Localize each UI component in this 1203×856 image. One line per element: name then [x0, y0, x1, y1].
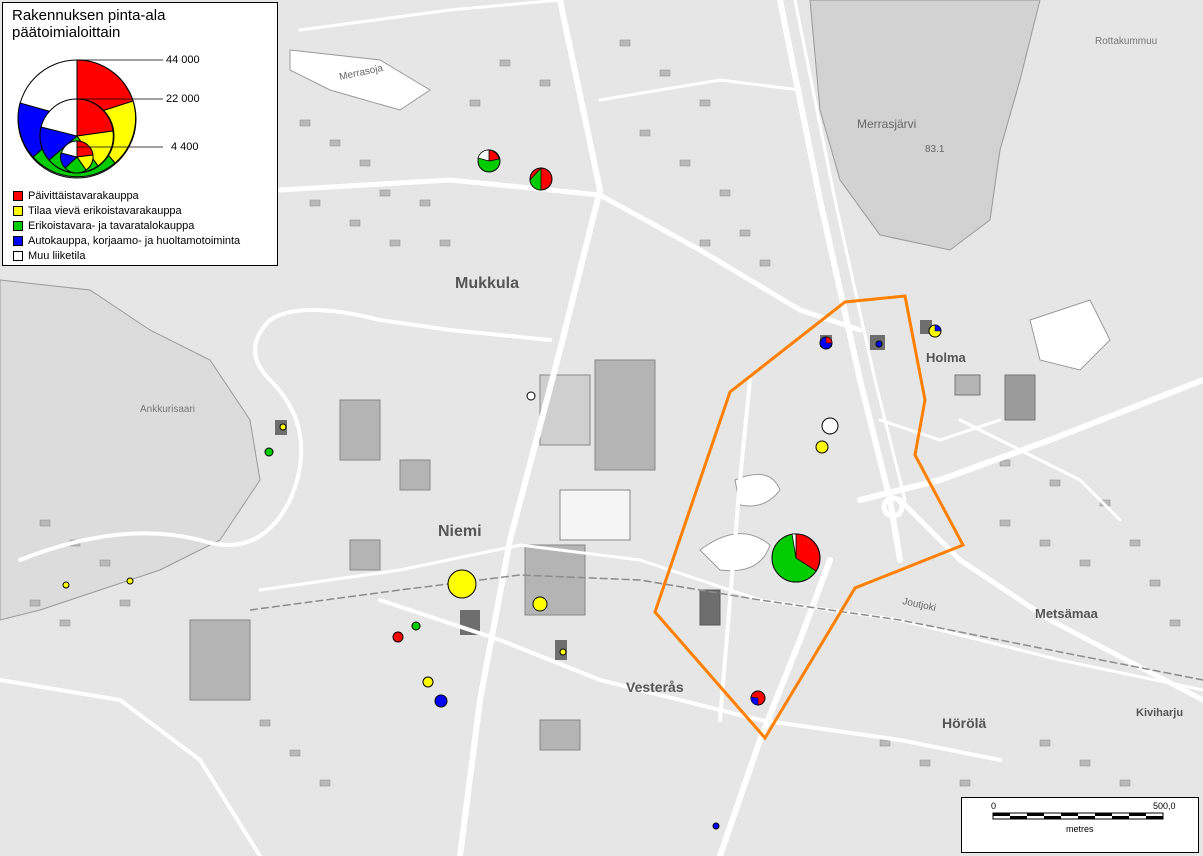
legend-scale-22000: 22 000 [166, 93, 200, 105]
legend-swatch-red [13, 190, 23, 201]
place-label-rottakummuu: Rottakummuu [1095, 36, 1157, 47]
pie-symbol-niemi-green [411, 621, 421, 631]
legend-swatch-blue [13, 235, 23, 246]
pie-symbol-mukkula-west [477, 149, 501, 173]
pie-symbol-shore-yellow-2 [126, 577, 134, 585]
scale-bar-end-label: 500,0 [1153, 801, 1176, 811]
pie-symbol-niemi-yellow-small [422, 676, 434, 688]
legend-swatch-white [13, 250, 23, 261]
pie-symbol-vesteras-south [750, 690, 766, 706]
legend-item-specialty-goods: Erikoistavara- ja tavaratalokauppa [13, 218, 240, 233]
legend-item-other: Muu liiketila [13, 248, 240, 263]
legend-item-label: Päivittäistavarakauppa [28, 189, 139, 202]
map-legend: Rakennuksen pinta-ala päätoimialoittain [2, 2, 278, 266]
legend-swatch-green [13, 220, 23, 231]
place-label-holma: Holma [926, 350, 967, 365]
pie-symbol-vesteras-yellow [532, 596, 548, 612]
pie-symbol-shore-yellow-3 [279, 423, 287, 431]
pie-symbol-holma-east [928, 324, 942, 338]
place-label-metsamaa: Metsämaa [1035, 606, 1099, 621]
legend-item-label: Autokauppa, korjaamo- ja huoltamotoimint… [28, 234, 241, 247]
pie-symbol-vesteras-yellow-small [559, 648, 567, 656]
legend-item-automotive: Autokauppa, korjaamo- ja huoltamotoimint… [13, 233, 240, 248]
pie-symbol-mukkula-white [526, 391, 536, 401]
scale-bar: 0 500,0 metres [961, 797, 1199, 853]
scale-bar-unit-label: metres [1066, 824, 1094, 834]
legend-circle-4400 [60, 140, 94, 174]
legend-items: Päivittäistavarakauppa Tilaa vievä eriko… [13, 188, 240, 263]
legend-item-label: Tilaa vievä erikoistavarakauppa [28, 204, 182, 217]
pie-symbol-south-blue [712, 822, 720, 830]
legend-item-bulky-goods: Tilaa vievä erikoistavarakauppa [13, 203, 240, 218]
legend-item-daily-goods: Päivittäistavarakauppa [13, 188, 240, 203]
legend-scale-44000: 44 000 [166, 54, 200, 66]
pie-symbol-holma-blue [875, 340, 883, 348]
pie-symbol-niemi-blue [434, 694, 448, 708]
legend-item-label: Muu liiketila [28, 249, 86, 262]
place-label-vesteras: Vesterås [626, 679, 684, 695]
place-label-kiviharju: Kiviharju [1136, 707, 1183, 719]
legend-swatch-yellow [13, 205, 23, 216]
legend-item-label: Erikoistavara- ja tavaratalokauppa [28, 219, 195, 232]
pie-symbol-mukkula-east [529, 166, 553, 191]
pie-symbol-niemi-mixed [392, 631, 404, 643]
legend-proportional-symbols [17, 59, 163, 179]
pie-symbol-holma-north [819, 336, 833, 350]
pie-symbol-shore-yellow [62, 581, 70, 589]
pie-symbol-niemi-yellow-large [447, 569, 477, 599]
place-label-merrasjarvi-elevation: 83.1 [925, 144, 945, 155]
pie-symbol-niemi-green-2 [264, 447, 274, 457]
scale-bar-start-label: 0 [991, 801, 997, 811]
place-label-merrasjarvi: Merrasjärvi [857, 117, 916, 131]
pie-symbol-holma-center [771, 533, 821, 583]
pie-symbol-holma-yellow [815, 440, 829, 454]
place-label-mukkula: Mukkula [455, 275, 519, 292]
place-label-ankkurisaari: Ankkurisaari [140, 404, 195, 415]
place-label-niemi: Niemi [438, 523, 482, 540]
legend-scale-4400: 4 400 [171, 141, 199, 153]
place-label-horola: Hörölä [942, 715, 987, 731]
pie-symbol-holma-white [821, 417, 839, 435]
